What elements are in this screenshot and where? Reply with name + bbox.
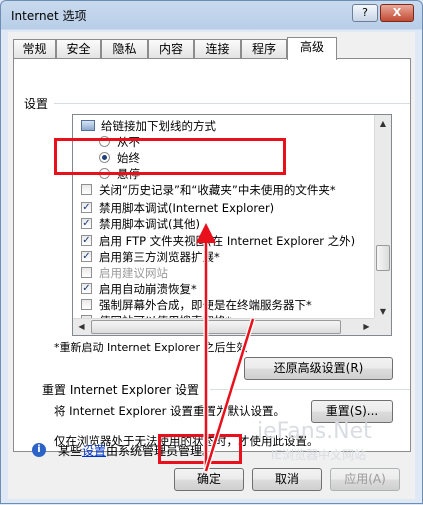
scroll-up-icon[interactable]: ▲: [375, 115, 391, 132]
vertical-scrollbar[interactable]: ▲ ▼: [374, 115, 391, 320]
checkbox-third-party-extensions[interactable]: ✓: [81, 251, 92, 262]
window-title: Internet 选项: [11, 9, 87, 23]
tab-advanced[interactable]: 高级: [287, 37, 337, 60]
checkbox-suggested-sites: [81, 267, 92, 278]
scroll-right-icon[interactable]: ▶: [358, 319, 375, 335]
list-item-label: 禁用脚本调试(其他): [99, 217, 200, 231]
advanced-panel: 设置 给链接加下划线的方式 从不 始终 悬停 关闭“历史记录”和“收藏夹”中未使…: [13, 58, 411, 452]
list-item-label: 强制屏幕外合成，即便是在终端服务器下*: [99, 298, 312, 312]
info-icon: i: [32, 443, 46, 457]
list-item-label: 启用 FTP 文件夹视图(在 Internet Explorer 之外): [99, 234, 356, 248]
scroll-left-icon[interactable]: ◀: [73, 319, 90, 335]
cancel-button[interactable]: 取消: [252, 468, 322, 491]
internet-options-dialog: Internet 选项 ? X 常规 安全 隐私 内容 连接 程序 高级 设置 …: [0, 0, 423, 504]
list-item-label: 启用自动崩溃恢复*: [99, 282, 197, 296]
close-button[interactable]: X: [380, 4, 414, 22]
horizontal-scroll-thumb[interactable]: [91, 320, 341, 334]
checkbox-offscreen-compositing[interactable]: [81, 299, 92, 310]
list-item-label: 启用建议网站: [99, 266, 168, 280]
highlight-box-script-debug: [54, 138, 286, 175]
checkbox-disable-script-debug-other[interactable]: ✓: [81, 218, 92, 229]
horizontal-scrollbar[interactable]: ◀ ▶: [73, 318, 376, 335]
restart-note: *重新启动 Internet Explorer 之后生效: [54, 341, 248, 354]
reset-divider: [210, 389, 410, 390]
tab-content[interactable]: 内容: [148, 39, 194, 58]
checkbox-close-unused-folders[interactable]: [81, 184, 92, 195]
admin-info-prefix: 某些: [58, 444, 83, 458]
title-bar: Internet 选项 ? X: [1, 1, 422, 29]
watermark-site: ieFans.Net: [257, 419, 372, 444]
list-item-label: 关闭“历史记录”和“收藏夹”中未使用的文件夹*: [99, 183, 336, 197]
settings-label: 设置: [24, 97, 49, 111]
reset-description: 将 Internet Explorer 设置重置为默认设置。: [54, 404, 286, 418]
tab-general[interactable]: 常规: [13, 39, 56, 58]
watermark-subtitle: IE浏览器中文网站: [271, 448, 367, 462]
folder-icon: [81, 120, 95, 131]
list-item-label: 禁用脚本调试(Internet Explorer): [99, 201, 275, 215]
restore-advanced-button[interactable]: 还原高级设置(R): [244, 357, 393, 380]
settings-link[interactable]: 设置: [82, 444, 106, 458]
vertical-scroll-thumb[interactable]: [376, 245, 390, 271]
highlight-box-ok: [158, 434, 242, 464]
tab-programs[interactable]: 程序: [241, 39, 287, 58]
reset-section-title: 重置 Internet Explorer 设置: [42, 383, 200, 397]
tab-security[interactable]: 安全: [56, 39, 101, 58]
ok-button[interactable]: 确定: [174, 468, 244, 491]
tab-connections[interactable]: 连接: [194, 39, 241, 58]
help-button[interactable]: ?: [352, 4, 378, 22]
group-divider: [54, 103, 410, 104]
scroll-corner: [374, 318, 391, 335]
apply-button: 应用(A): [330, 468, 400, 491]
checkbox-disable-script-debug-ie[interactable]: ✓: [81, 202, 92, 213]
list-item-label: 启用第三方浏览器扩展*: [99, 250, 220, 264]
checkbox-ftp-folder-view[interactable]: ✓: [81, 235, 92, 246]
checkbox-crash-recovery[interactable]: ✓: [81, 283, 92, 294]
tab-privacy[interactable]: 隐私: [101, 39, 148, 58]
list-item-label: 给链接加下划线的方式: [101, 119, 216, 133]
